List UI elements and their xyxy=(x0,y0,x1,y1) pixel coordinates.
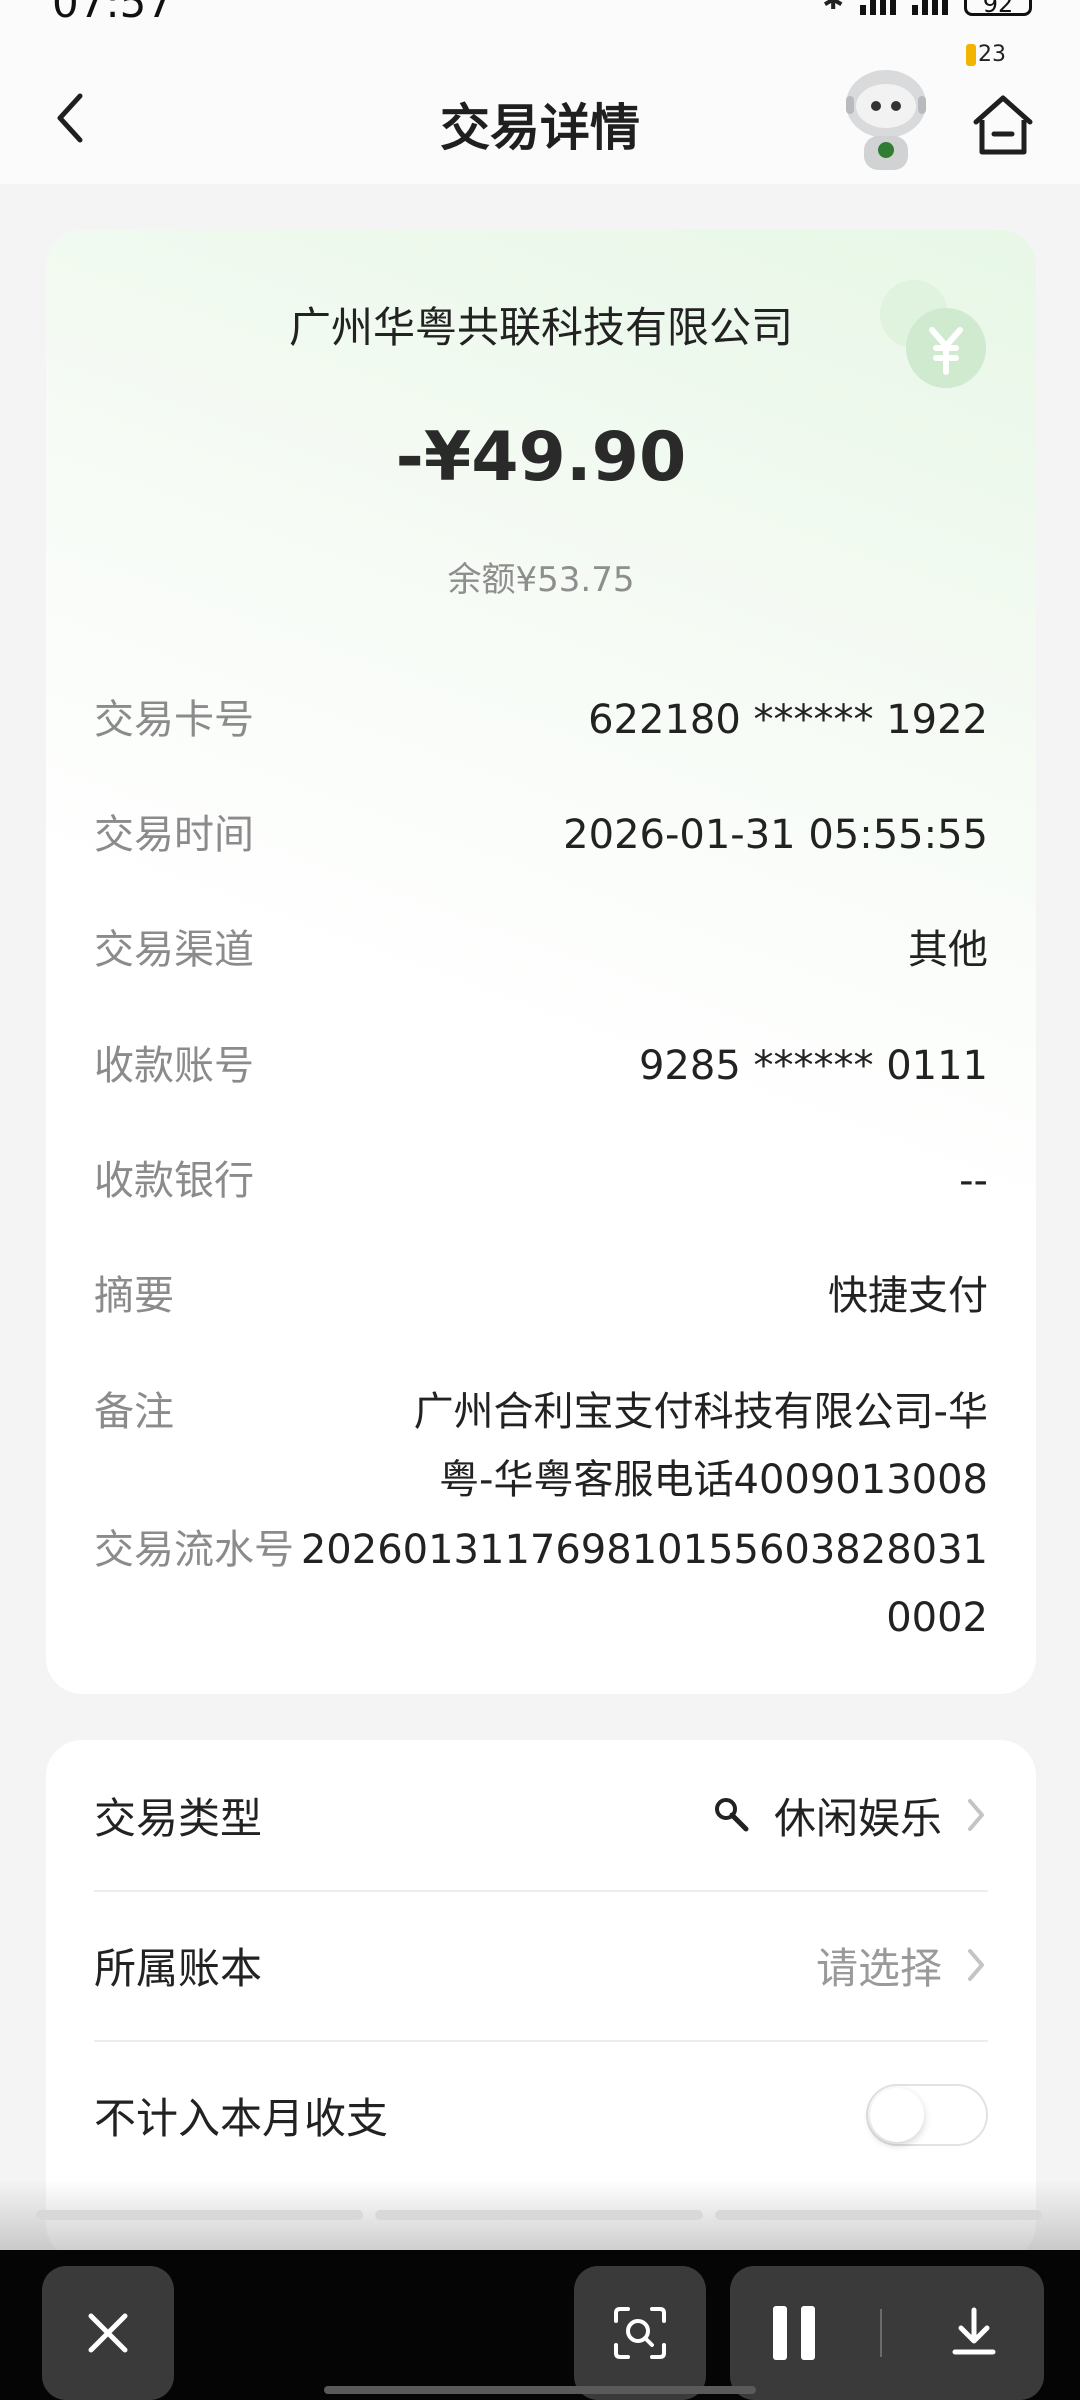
pause-button[interactable] xyxy=(753,2286,835,2380)
field-value: 广州合利宝支付科技有限公司-华 粤-华粤客服电话4009013008 xyxy=(414,1378,988,1514)
transaction-amount: -¥49.90 xyxy=(395,418,687,497)
recording-controls xyxy=(730,2266,1044,2400)
field-card-number: 交易卡号 622180 ****** 1922 xyxy=(94,692,988,754)
progress-segment xyxy=(36,2210,364,2220)
merchant-name: 广州华粤共联科技有限公司 xyxy=(288,303,793,352)
field-channel: 交易渠道 其他 xyxy=(94,922,988,984)
transaction-detail-card: 广州华粤共联科技有限公司 -¥49.90 余额¥53.75 交易卡号 62218… xyxy=(46,230,1036,1694)
field-label: 备注 xyxy=(94,1389,174,1435)
field-value: 9285 ****** 0111 xyxy=(638,1043,988,1089)
type-label: 交易类型 xyxy=(94,1793,263,1843)
field-payee-account: 收款账号 9285 ****** 0111 xyxy=(94,1038,988,1100)
field-serial-number: 交易流水号 20260131176981015560382803​1 0002 xyxy=(94,1522,988,1652)
account-balance: 余额¥53.75 xyxy=(447,560,635,600)
field-label: 交易流水号 xyxy=(94,1527,294,1573)
book-placeholder: 请选择 xyxy=(815,1943,942,1993)
field-payee-bank: 收款银行 -- xyxy=(94,1153,988,1215)
home-button[interactable] xyxy=(968,90,1038,160)
capture-progress-segments xyxy=(36,2210,1042,2220)
field-value: 20260131176981015560382803​1 0002 xyxy=(301,1516,988,1652)
serial-line-1: 20260131176981015560382803​1 xyxy=(300,1527,988,1573)
download-icon xyxy=(952,2307,996,2355)
separator xyxy=(879,2309,882,2357)
pause-icon xyxy=(772,2306,815,2360)
field-label: 交易时间 xyxy=(94,812,254,858)
field-label: 收款账号 xyxy=(94,1043,254,1089)
download-button[interactable] xyxy=(927,2284,1021,2382)
remark-line-2: 粤-华粤客服电话4009013008 xyxy=(439,1457,988,1503)
type-value: 休闲娱乐 xyxy=(773,1793,942,1843)
serial-line-2: 0002 xyxy=(886,1595,988,1641)
chevron-left-icon xyxy=(57,93,83,143)
magnifier-icon xyxy=(714,1798,749,1832)
field-value: 其他 xyxy=(908,927,988,973)
battery-icon: 92 xyxy=(964,0,1032,18)
bottom-toolbar xyxy=(0,2250,1080,2400)
back-button[interactable] xyxy=(40,88,100,148)
close-button[interactable] xyxy=(42,2266,174,2400)
exclude-from-month-row: 不计入本月收支 xyxy=(94,2040,988,2190)
field-label: 收款银行 xyxy=(94,1158,254,1204)
assistant-robot-avatar[interactable] xyxy=(836,66,936,176)
exclude-toggle[interactable] xyxy=(866,2084,988,2146)
exclude-label: 不计入本月收支 xyxy=(94,2093,389,2143)
toggle-knob xyxy=(870,2088,924,2142)
chevron-right-icon xyxy=(968,1949,984,1981)
transaction-type-row[interactable]: 交易类型 休闲娱乐 xyxy=(94,1740,988,1890)
badge-dot-icon xyxy=(966,43,976,66)
field-remark: 备注 广州合利宝支付科技有限公司-华 粤-华粤客服电话4009013008 xyxy=(94,1384,988,1514)
field-value: -- xyxy=(959,1158,988,1204)
progress-segment xyxy=(375,2210,703,2220)
field-label: 交易渠道 xyxy=(94,927,254,973)
field-summary: 摘要 快捷支付 xyxy=(94,1268,988,1330)
status-time: 07:57 xyxy=(52,0,174,27)
badge-count: 23 xyxy=(978,42,1006,67)
book-label: 所属账本 xyxy=(94,1943,263,1993)
remark-line-1: 广州合利宝支付科技有限公司-华 xyxy=(413,1389,988,1435)
field-transaction-time: 交易时间 2026-01-31 05:55:55 xyxy=(94,807,988,869)
screen-search-button[interactable] xyxy=(574,2266,706,2400)
account-book-row[interactable]: 所属账本 请选择 xyxy=(94,1890,988,2040)
status-bar: 07:57 ✱ 92 xyxy=(0,0,1080,27)
field-value: 2026-01-31 05:55:55 xyxy=(563,812,988,858)
field-label: 摘要 xyxy=(94,1273,174,1319)
close-icon xyxy=(88,2313,128,2353)
field-value: 622180 ****** 1922 xyxy=(588,697,988,743)
notification-badge: 23 xyxy=(966,42,1006,67)
home-indicator xyxy=(324,2386,756,2394)
progress-segment xyxy=(714,2210,1042,2220)
status-icons: ✱ 92 xyxy=(822,0,1032,18)
bluetooth-icon: ✱ xyxy=(822,0,844,16)
signal-icon xyxy=(860,0,896,15)
signal-icon-2 xyxy=(912,0,948,15)
field-value: 快捷支付 xyxy=(828,1273,988,1319)
robot-mascot-icon xyxy=(846,70,926,170)
home-icon xyxy=(973,95,1033,155)
field-label: 交易卡号 xyxy=(94,697,254,743)
header: 交易详情 23 xyxy=(0,24,1080,184)
chevron-right-icon xyxy=(968,1799,984,1831)
scan-search-icon xyxy=(614,2307,666,2359)
